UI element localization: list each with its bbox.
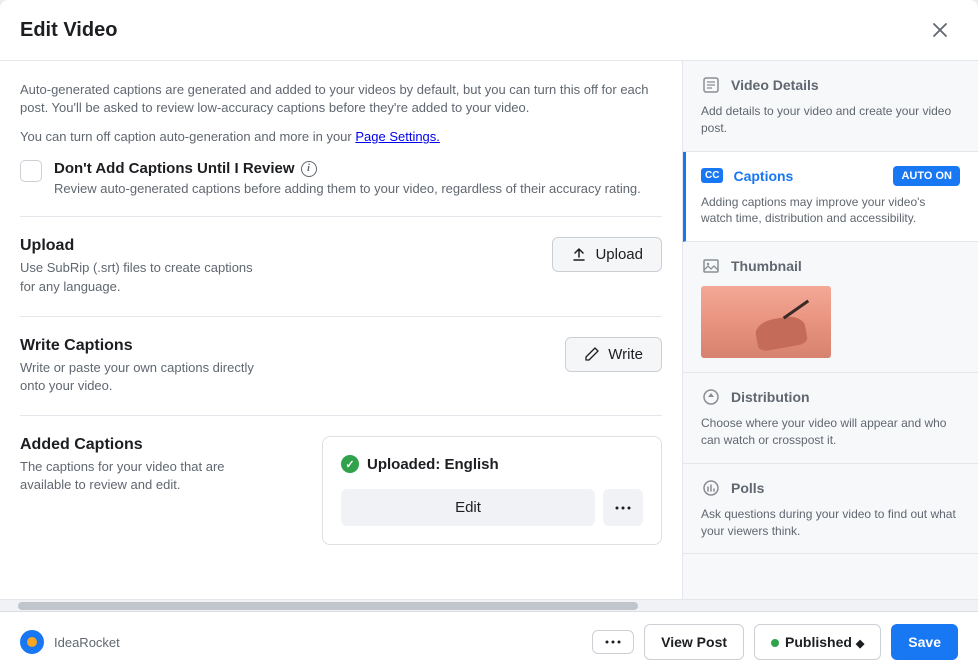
upload-icon bbox=[571, 247, 587, 263]
view-post-button[interactable]: View Post bbox=[644, 624, 744, 660]
added-captions-section: Added Captions The captions for your vid… bbox=[20, 416, 662, 565]
thumbnail-preview[interactable] bbox=[701, 286, 831, 358]
upload-button[interactable]: Upload bbox=[552, 237, 662, 272]
image-icon bbox=[701, 256, 721, 276]
modal-footer: IdeaRocket View Post Published ◆ Save bbox=[0, 611, 978, 672]
polls-desc: Ask questions during your video to find … bbox=[701, 506, 960, 540]
write-desc: Write or paste your own captions directl… bbox=[20, 359, 260, 395]
footer-more-button[interactable] bbox=[592, 630, 634, 654]
sidebar-item-distribution[interactable]: Distribution Choose where your video wil… bbox=[683, 373, 978, 464]
cc-icon: CC bbox=[701, 168, 723, 183]
upload-desc: Use SubRip (.srt) files to create captio… bbox=[20, 259, 260, 295]
save-button[interactable]: Save bbox=[891, 624, 958, 660]
added-desc: The captions for your video that are ava… bbox=[20, 458, 260, 494]
poll-icon bbox=[701, 478, 721, 498]
edit-video-modal: Edit Video Add Auto-Generated Captions i… bbox=[0, 0, 978, 672]
sidebar-item-polls[interactable]: Polls Ask questions during your video to… bbox=[683, 464, 978, 555]
sidebar-item-video-details[interactable]: Video Details Add details to your video … bbox=[683, 61, 978, 152]
rocket-icon bbox=[25, 635, 39, 649]
page-name: IdeaRocket bbox=[54, 635, 120, 650]
auto-on-badge: AUTO ON bbox=[893, 166, 960, 186]
status-dot-icon bbox=[771, 639, 779, 647]
page-settings-link[interactable]: Page Settings. bbox=[355, 129, 440, 144]
share-icon bbox=[701, 387, 721, 407]
dont-add-checkbox[interactable] bbox=[20, 160, 42, 182]
modal-body: Add Auto-Generated Captions i On Auto-ge… bbox=[0, 61, 978, 599]
write-button[interactable]: Write bbox=[565, 337, 662, 372]
horizontal-scrollbar[interactable] bbox=[0, 599, 978, 611]
close-button[interactable] bbox=[922, 12, 958, 48]
dont-add-row: Don't Add Captions Until I Review i Revi… bbox=[20, 160, 662, 196]
pencil-icon bbox=[584, 346, 600, 362]
uploaded-status: ✓ Uploaded: English bbox=[341, 455, 643, 473]
dont-add-desc: Review auto-generated captions before ad… bbox=[54, 181, 641, 196]
dont-add-label: Don't Add Captions Until I Review i bbox=[54, 160, 641, 177]
modal-header: Edit Video bbox=[0, 0, 978, 61]
close-icon bbox=[930, 20, 950, 40]
details-icon bbox=[701, 75, 721, 95]
auto-captions-desc: Auto-generated captions are generated an… bbox=[20, 81, 662, 117]
captions-desc: Adding captions may improve your video's… bbox=[701, 194, 960, 228]
upload-title: Upload bbox=[20, 237, 260, 255]
added-title: Added Captions bbox=[20, 436, 260, 454]
sidebar-item-thumbnail[interactable]: Thumbnail bbox=[683, 242, 978, 373]
caption-card: ✓ Uploaded: English Edit bbox=[322, 436, 662, 545]
published-status-button[interactable]: Published ◆ bbox=[754, 624, 881, 660]
write-section: Write Captions Write or paste your own c… bbox=[20, 317, 662, 416]
sidebar[interactable]: Video Details Add details to your video … bbox=[682, 61, 978, 599]
caption-more-button[interactable] bbox=[603, 489, 643, 526]
write-title: Write Captions bbox=[20, 337, 260, 355]
modal-title: Edit Video bbox=[20, 19, 117, 42]
auto-captions-section: Auto-generated captions are generated an… bbox=[20, 69, 662, 217]
page-avatar[interactable] bbox=[20, 630, 44, 654]
upload-section: Upload Use SubRip (.srt) files to create… bbox=[20, 217, 662, 316]
video-details-desc: Add details to your video and create you… bbox=[701, 103, 960, 137]
dots-icon bbox=[605, 640, 621, 644]
sidebar-item-captions[interactable]: CC Captions AUTO ON Adding captions may … bbox=[683, 152, 978, 243]
edit-caption-button[interactable]: Edit bbox=[341, 489, 595, 526]
info-icon[interactable]: i bbox=[301, 161, 317, 177]
dots-icon bbox=[615, 506, 631, 510]
distribution-desc: Choose where your video will appear and … bbox=[701, 415, 960, 449]
main-content[interactable]: Add Auto-Generated Captions i On Auto-ge… bbox=[0, 61, 682, 599]
auto-captions-settings-text: You can turn off caption auto-generation… bbox=[20, 129, 662, 144]
check-icon: ✓ bbox=[341, 455, 359, 473]
